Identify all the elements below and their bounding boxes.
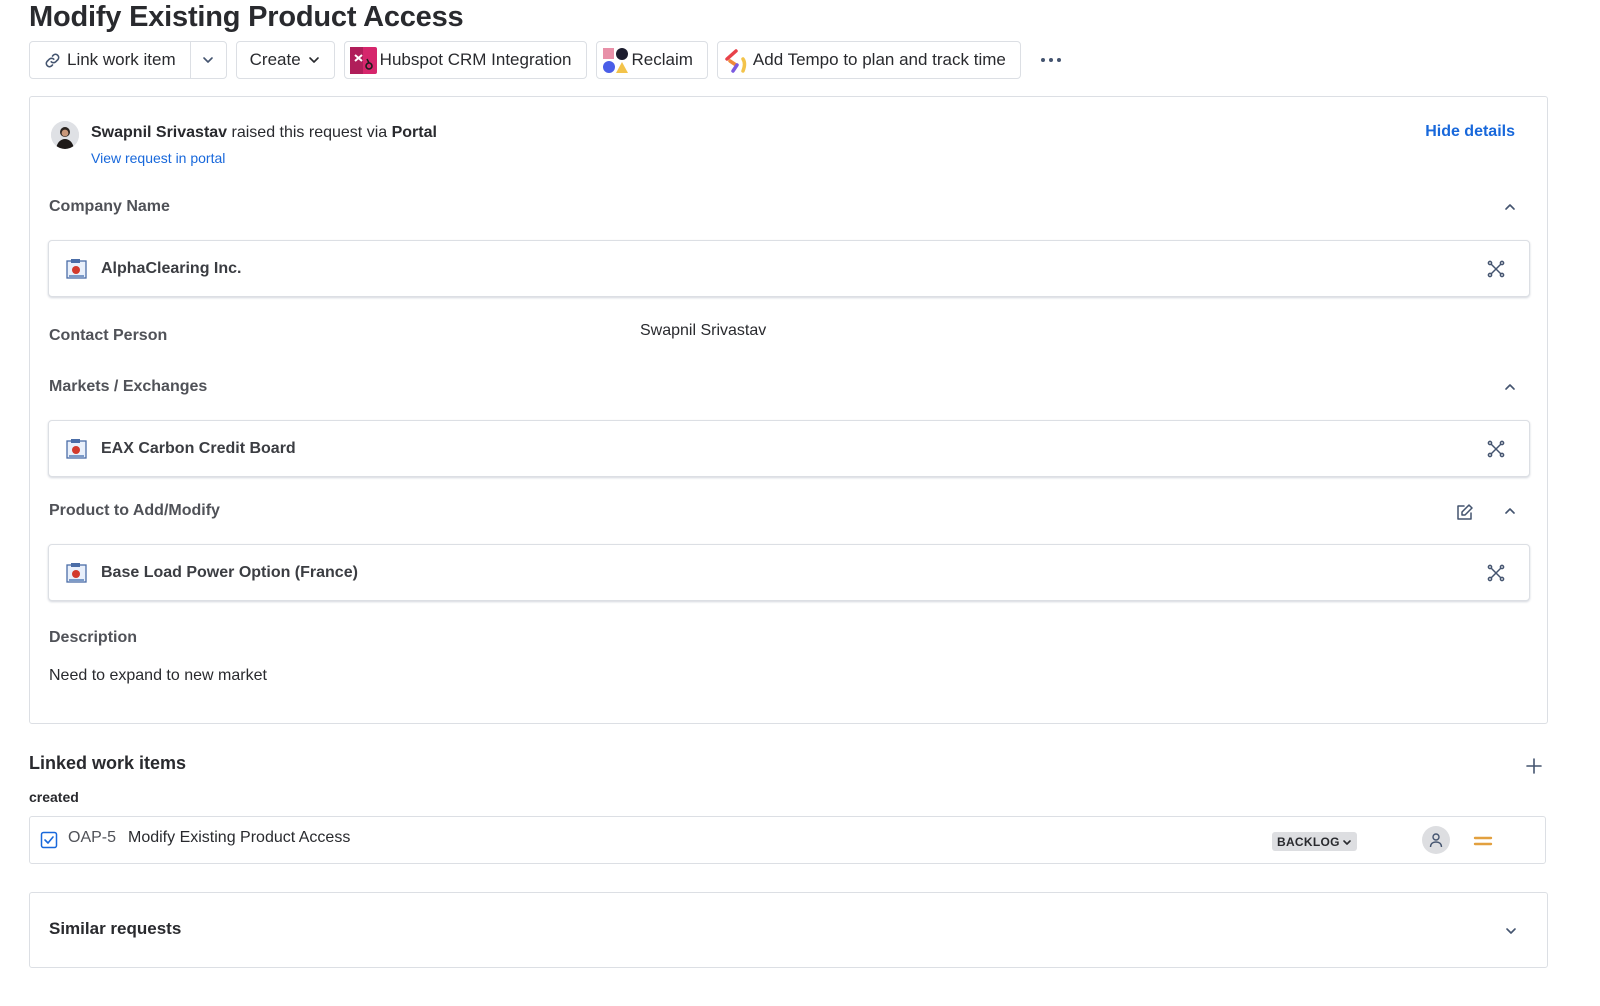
chevron-down-icon [201, 53, 215, 67]
hubspot-app-button[interactable]: Hubspot CRM Integration [343, 41, 587, 79]
chevron-down-icon [1342, 837, 1352, 847]
link-work-item-dropdown[interactable] [189, 41, 227, 79]
company-object-card[interactable]: AlphaClearing Inc. [48, 240, 1530, 297]
description-label: Description [49, 629, 138, 646]
reclaim-app-label: Reclaim [631, 50, 693, 69]
linked-work-item-row[interactable]: OAP-5 Modify Existing Product Access BAC… [29, 816, 1546, 864]
asset-object-icon [66, 438, 88, 460]
markets-collapse-button[interactable] [1499, 376, 1521, 398]
expand-icon[interactable] [1485, 258, 1507, 280]
issue-summary[interactable]: Modify Existing Product Access [128, 829, 350, 847]
create-button[interactable]: Create [235, 41, 335, 79]
chevron-up-icon [1503, 200, 1517, 214]
expand-icon[interactable] [1485, 562, 1507, 584]
assignee-avatar[interactable] [1422, 826, 1450, 854]
user-icon [1428, 832, 1444, 848]
similar-requests-panel[interactable]: Similar requests [29, 892, 1548, 968]
toolbar: Link work item Create Hubspot CRM Integr… [29, 41, 1069, 79]
status-label: BACKLOG [1277, 834, 1340, 849]
reclaim-app-button[interactable]: Reclaim [595, 41, 708, 79]
issue-key[interactable]: OAP-5 [68, 829, 116, 847]
reporter-name[interactable]: Swapnil Srivastav [91, 124, 227, 141]
avatar[interactable] [51, 121, 79, 149]
contact-person-value[interactable]: Swapnil Srivastav [640, 322, 766, 340]
task-icon [40, 831, 58, 849]
edit-icon [1455, 503, 1474, 522]
page-title: Modify Existing Product Access [29, 1, 464, 33]
description-value[interactable]: Need to expand to new market [49, 667, 267, 685]
link-work-item-label: Link work item [67, 50, 176, 69]
asset-object-icon [66, 562, 88, 584]
reporter-line: Swapnil Srivastav raised this request vi… [51, 121, 437, 149]
chevron-down-icon [307, 53, 321, 67]
status-dropdown[interactable]: BACKLOG [1272, 832, 1357, 851]
chevron-up-icon [1503, 380, 1517, 394]
markets-exchanges-label: Markets / Exchanges [49, 378, 208, 395]
company-name-label: Company Name [49, 198, 170, 215]
company-value: AlphaClearing Inc. [101, 259, 242, 277]
raised-text: raised this request via [227, 124, 392, 141]
more-actions-button[interactable] [1033, 41, 1069, 79]
product-label: Product to Add/Modify [49, 502, 220, 519]
add-linked-item-button[interactable] [1522, 754, 1546, 778]
reclaim-icon [602, 47, 629, 74]
contact-person-label: Contact Person [49, 327, 168, 344]
edit-product-button[interactable] [1452, 500, 1476, 524]
tempo-app-button[interactable]: Add Tempo to plan and track time [716, 41, 1021, 79]
plus-icon [1525, 757, 1543, 775]
link-work-item-button[interactable]: Link work item [29, 41, 191, 79]
link-icon [44, 52, 61, 69]
more-icon [1040, 57, 1062, 63]
product-collapse-button[interactable] [1499, 500, 1521, 522]
priority-medium-icon [1473, 833, 1493, 849]
hubspot-app-label: Hubspot CRM Integration [379, 50, 572, 69]
reporter-text: Swapnil Srivastav raised this request vi… [91, 121, 437, 145]
product-value: Base Load Power Option (France) [101, 563, 358, 581]
asset-object-icon [66, 258, 88, 280]
linked-work-items-heading: Linked work items [29, 753, 187, 773]
tempo-icon [723, 47, 750, 74]
request-details-card: Swapnil Srivastav raised this request vi… [29, 96, 1548, 724]
hide-details-button[interactable]: Hide details [1425, 123, 1515, 141]
create-label: Create [249, 50, 301, 69]
relation-label: created [29, 789, 79, 805]
link-work-item-split: Link work item [29, 41, 227, 79]
chevron-down-icon [1501, 921, 1521, 941]
hubspot-icon [349, 46, 377, 74]
markets-value: EAX Carbon Credit Board [101, 439, 296, 457]
channel-name: Portal [391, 124, 437, 141]
product-object-card[interactable]: Base Load Power Option (France) [48, 544, 1530, 601]
markets-object-card[interactable]: EAX Carbon Credit Board [48, 420, 1530, 477]
similar-requests-heading: Similar requests [49, 919, 182, 938]
expand-icon[interactable] [1485, 438, 1507, 460]
company-collapse-button[interactable] [1499, 196, 1521, 218]
tempo-app-label: Add Tempo to plan and track time [752, 50, 1006, 69]
view-request-in-portal-link[interactable]: View request in portal [91, 150, 225, 166]
chevron-up-icon [1503, 504, 1517, 518]
